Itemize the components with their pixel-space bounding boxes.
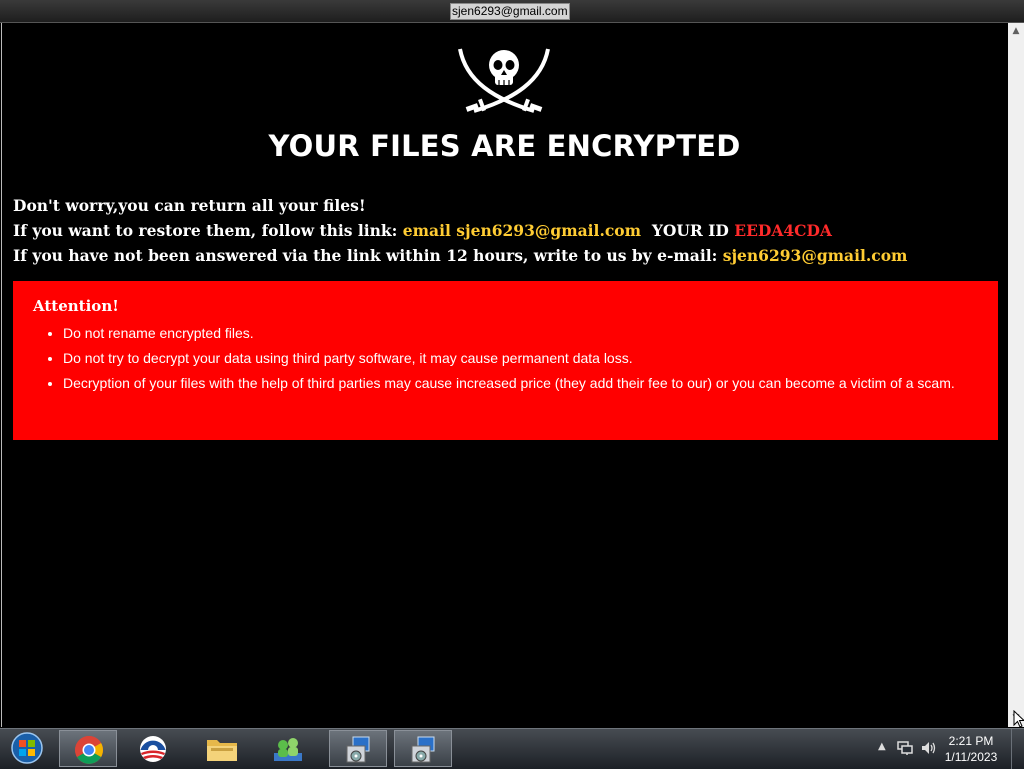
- start-button[interactable]: [0, 730, 54, 767]
- clock-date: 1/11/2023: [944, 750, 998, 764]
- taskbar: ▲ 2:21 PM 1/11/2023: [0, 728, 1024, 769]
- page-title: YOUR FILES ARE ENCRYPTED: [268, 129, 741, 163]
- fallback-line: If you have not been answered via the li…: [13, 243, 907, 268]
- mouse-cursor-icon: [1013, 710, 1024, 728]
- list-item: Do not rename encrypted files.: [63, 321, 1007, 346]
- taskbar-installer-button[interactable]: [329, 730, 387, 767]
- chrome-icon: [75, 736, 103, 764]
- file-explorer-icon: [207, 740, 237, 761]
- reassurance-line: Don't worry,you can return all your file…: [13, 196, 366, 215]
- ransom-note-content: YOUR FILES ARE ENCRYPTED Don't worry,you…: [2, 23, 1007, 727]
- taskbar-chrome-button[interactable]: [59, 730, 117, 767]
- contact-email-link[interactable]: email sjen6293@gmail.com: [403, 221, 641, 240]
- restore-line-label: If you want to restore them, follow this…: [13, 221, 403, 240]
- network-status-icon[interactable]: [896, 740, 914, 756]
- instructions: Don't worry,you can return all your file…: [13, 193, 907, 268]
- window-title-bar[interactable]: sjen6293@gmail.com: [0, 0, 1024, 23]
- obama-logo-icon: [140, 736, 166, 762]
- attention-list: Do not rename encrypted files. Do not tr…: [33, 321, 1007, 396]
- network-users-icon: [274, 738, 302, 761]
- taskbar-installer-button[interactable]: [394, 730, 452, 767]
- installer-icon: [346, 736, 370, 763]
- show-hidden-icons-icon[interactable]: ▲: [878, 741, 886, 752]
- victim-id-label: YOUR ID: [651, 221, 735, 240]
- ransom-note-window: YOUR FILES ARE ENCRYPTED Don't worry,you…: [1, 23, 1024, 727]
- taskbar-explorer-button[interactable]: [192, 730, 250, 767]
- list-item: Do not try to decrypt your data using th…: [63, 346, 1007, 371]
- show-desktop-button[interactable]: [1011, 729, 1024, 769]
- attention-box: Attention! Do not rename encrypted files…: [13, 281, 998, 440]
- start-orb-icon: [11, 732, 43, 764]
- attention-title: Attention!: [33, 297, 119, 315]
- window-title: sjen6293@gmail.com: [450, 3, 570, 20]
- victim-id: EEDA4CDA: [734, 221, 832, 240]
- list-item: Decryption of your files with the help o…: [63, 371, 1007, 396]
- system-tray: ▲ 2:21 PM 1/11/2023: [864, 729, 1024, 769]
- skull-crossed-swords-icon: [458, 48, 550, 113]
- restore-line: If you want to restore them, follow this…: [13, 218, 907, 243]
- taskbar-clock[interactable]: 2:21 PM 1/11/2023: [936, 733, 1006, 765]
- taskbar-network-button[interactable]: [258, 730, 316, 767]
- installer-icon: [411, 736, 435, 763]
- taskbar-app-button[interactable]: [124, 730, 182, 767]
- vertical-scrollbar[interactable]: ▲ ▼: [1008, 23, 1024, 727]
- scroll-up-icon[interactable]: ▲: [1008, 23, 1024, 40]
- clock-time: 2:21 PM: [948, 734, 994, 748]
- fallback-email: sjen6293@gmail.com: [722, 246, 908, 265]
- fallback-line-label: If you have not been answered via the li…: [13, 246, 723, 265]
